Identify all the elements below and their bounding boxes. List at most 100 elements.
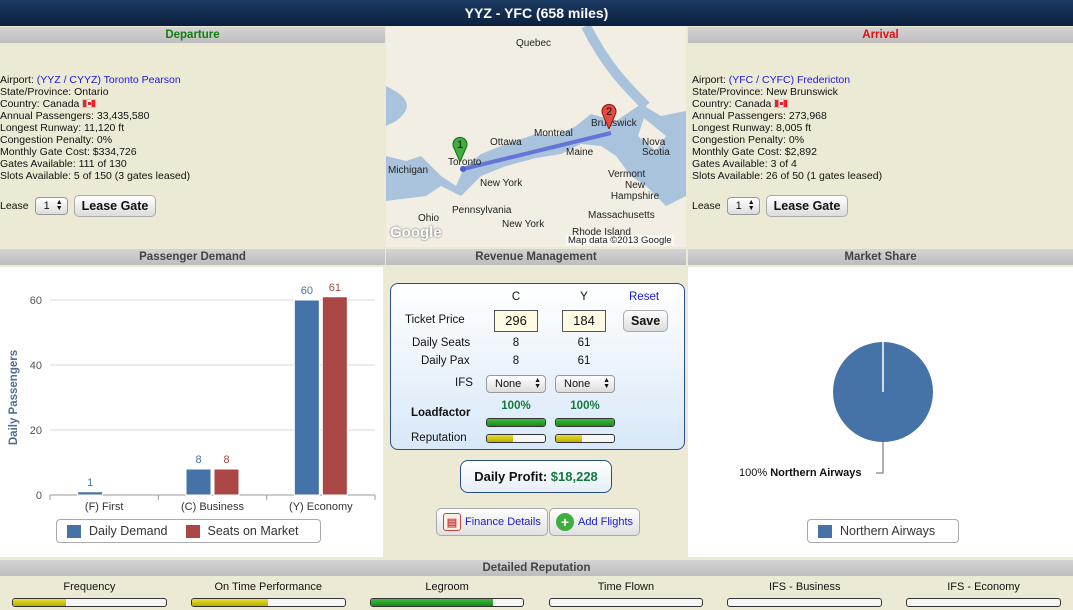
arrival-lease-gate-button[interactable]: Lease Gate (765, 195, 849, 217)
departure-gates: Gates Available: 111 of 130 (0, 158, 127, 170)
daily-profit-label: Daily Profit: (474, 469, 548, 484)
arrival-airport-label: Airport: (692, 74, 726, 86)
arrival-lease-label: Lease (692, 200, 721, 212)
daily-seats-y: 61 (577, 337, 591, 349)
reputation-label: Reputation (411, 432, 467, 444)
departure-congestion: Congestion Penalty: 0% (0, 134, 113, 146)
data-label: 60 (301, 285, 313, 297)
map-label-ottawa: Ottawa (490, 137, 522, 148)
reputation-item-label: On Time Performance (214, 581, 323, 593)
daily-pax-label: Daily Pax (421, 355, 470, 367)
canada-flag-icon (82, 99, 97, 108)
reputation-y-fill (556, 435, 583, 442)
arrival-lease-value: 1 (735, 200, 742, 212)
finance-details-label: Finance Details (465, 516, 541, 528)
departure-state: State/Province: Ontario (0, 86, 109, 98)
pie-data-label: 100% Northern Airways (739, 467, 862, 479)
departure-passengers: Annual Passengers: 33,435,580 (0, 110, 150, 122)
departure-gate-cost: Monthly Gate Cost: $334,726 (0, 146, 137, 158)
reputation-item-fill (191, 599, 269, 606)
departure-slots: Slots Available: 5 of 150 (3 gates lease… (0, 170, 191, 182)
market-share-chart (833, 342, 933, 474)
departure-lease-gate-button[interactable]: Lease Gate (73, 195, 157, 217)
departure-country: Country: Canada (0, 98, 380, 110)
reset-link[interactable]: Reset (629, 291, 659, 303)
reputation-item-bar (369, 598, 525, 607)
departure-runway: Longest Runway: 11,120 ft (0, 122, 125, 134)
departure-header-text: Departure (165, 29, 220, 41)
reputation-c-bar (486, 434, 546, 443)
departure-header: Departure (0, 27, 385, 43)
legend-seats-on-market[interactable]: Seats on Market (208, 524, 299, 538)
bar-seats (213, 468, 240, 496)
loadfactor-label: Loadfactor (411, 407, 471, 419)
destination-marker-icon[interactable]: 2 (601, 103, 617, 131)
daily-seats-label: Daily Seats (412, 337, 471, 349)
stepper-arrows-icon: ▲ ▼ (55, 199, 63, 212)
arrival-congestion: Congestion Penalty: 0% (692, 134, 805, 146)
map-label-quebec: Quebec (516, 38, 552, 49)
finance-details-button[interactable]: ▤ Finance Details (436, 508, 548, 536)
ifs-label: IFS (455, 377, 473, 389)
x-tick-label: (Y) Economy (289, 501, 353, 513)
departure-airport-link[interactable]: (YYZ / CYYZ) Toronto Pearson (37, 74, 181, 86)
reputation-c-fill (487, 435, 514, 442)
ticket-price-label: Ticket Price (405, 314, 465, 326)
reputation-item-fill (370, 599, 493, 606)
map-attribution: Map data ©2013 Google (566, 235, 674, 246)
passenger-demand-panel: 0 20 40 60 (F) First 1 (C) Business 8 8 (Y) Econo… (0, 267, 383, 557)
map-label-montreal: Montreal (534, 128, 573, 139)
arrival-slots: Slots Available: 26 of 50 (1 gates lease… (692, 170, 883, 182)
map-label-new-york: New York (480, 178, 523, 189)
reputation-item-fill (13, 599, 67, 606)
reputation-item-bar (548, 598, 704, 607)
data-label: 8 (195, 454, 201, 466)
arrival-gate-cost: Monthly Gate Cost: $2,892 (692, 146, 817, 158)
departure-lease-select[interactable]: 1 ▲ ▼ (34, 197, 68, 215)
market-share-panel: 100% Northern Airways Northern Airways (688, 267, 1073, 557)
y-tick-label: 40 (30, 360, 42, 372)
save-button[interactable]: Save (623, 310, 669, 332)
x-tick-label: (C) Business (181, 501, 244, 513)
reputation-item-label: Frequency (63, 581, 116, 593)
legend-daily-demand[interactable]: Daily Demand (89, 524, 168, 538)
arrival-airport-link[interactable]: (YFC / CYFC) Fredericton (729, 74, 850, 86)
pie-label-name: Northern Airways (770, 467, 862, 479)
canada-flag-icon (774, 99, 789, 108)
loadfactor-c-fill (487, 419, 545, 426)
legend-northern-airways[interactable]: Northern Airways (840, 524, 935, 538)
passenger-demand-chart: 0 20 40 60 (F) First 1 (C) Business 8 8 (Y) Econo… (8, 282, 376, 513)
route-map[interactable]: Quebec Ottawa Montreal Brunswick Nova Sc… (386, 26, 686, 247)
class-y-header: Y (580, 291, 588, 303)
arrival-state: State/Province: New Brunswick (692, 86, 838, 98)
ticket-price-c-input[interactable]: 296 (494, 310, 538, 332)
origin-marker-icon[interactable]: 1 (452, 136, 468, 164)
map-label-nova-scotia: Nova Scotia (642, 137, 670, 158)
add-flights-button[interactable]: + Add Flights (549, 508, 641, 536)
map-label-ohio: Ohio (418, 213, 440, 224)
y-axis-title: Daily Passengers (8, 350, 20, 445)
reputation-item-bar (12, 598, 167, 607)
departure-lease-value: 1 (43, 200, 50, 212)
select-arrows-icon: ▲ ▼ (534, 377, 541, 390)
arrival-passengers: Annual Passengers: 273,968 (692, 110, 827, 122)
origin-marker-label: 1 (456, 139, 464, 151)
ifs-c-select[interactable]: None ▲ ▼ (486, 375, 546, 393)
daily-seats-c: 8 (512, 337, 520, 349)
reputation-item-label: Legroom (425, 581, 469, 593)
reputation-item-label: IFS - Business (768, 581, 841, 593)
arrival-lease-select[interactable]: 1 ▲ ▼ (726, 197, 760, 215)
bar-demand (77, 491, 104, 496)
arrival-info: Airport: (YFC / CYFC) Fredericton State/… (692, 74, 1072, 182)
route-title: YYZ - YFC (658 miles) (0, 0, 1073, 26)
x-tick-label: (F) First (85, 501, 123, 513)
ticket-price-y-input[interactable]: 184 (562, 310, 606, 332)
ifs-c-value: None (495, 378, 522, 390)
departure-airport-label: Airport: (0, 74, 34, 86)
pie-label-connector (876, 442, 884, 474)
northern-airways-swatch (818, 524, 832, 538)
arrival-lease-controls: Lease 1 ▲ ▼ Lease Gate (692, 195, 849, 217)
reputation-item-bar (906, 598, 1061, 607)
y-tick-label: 0 (36, 490, 42, 502)
ifs-y-select[interactable]: None ▲ ▼ (555, 375, 615, 393)
